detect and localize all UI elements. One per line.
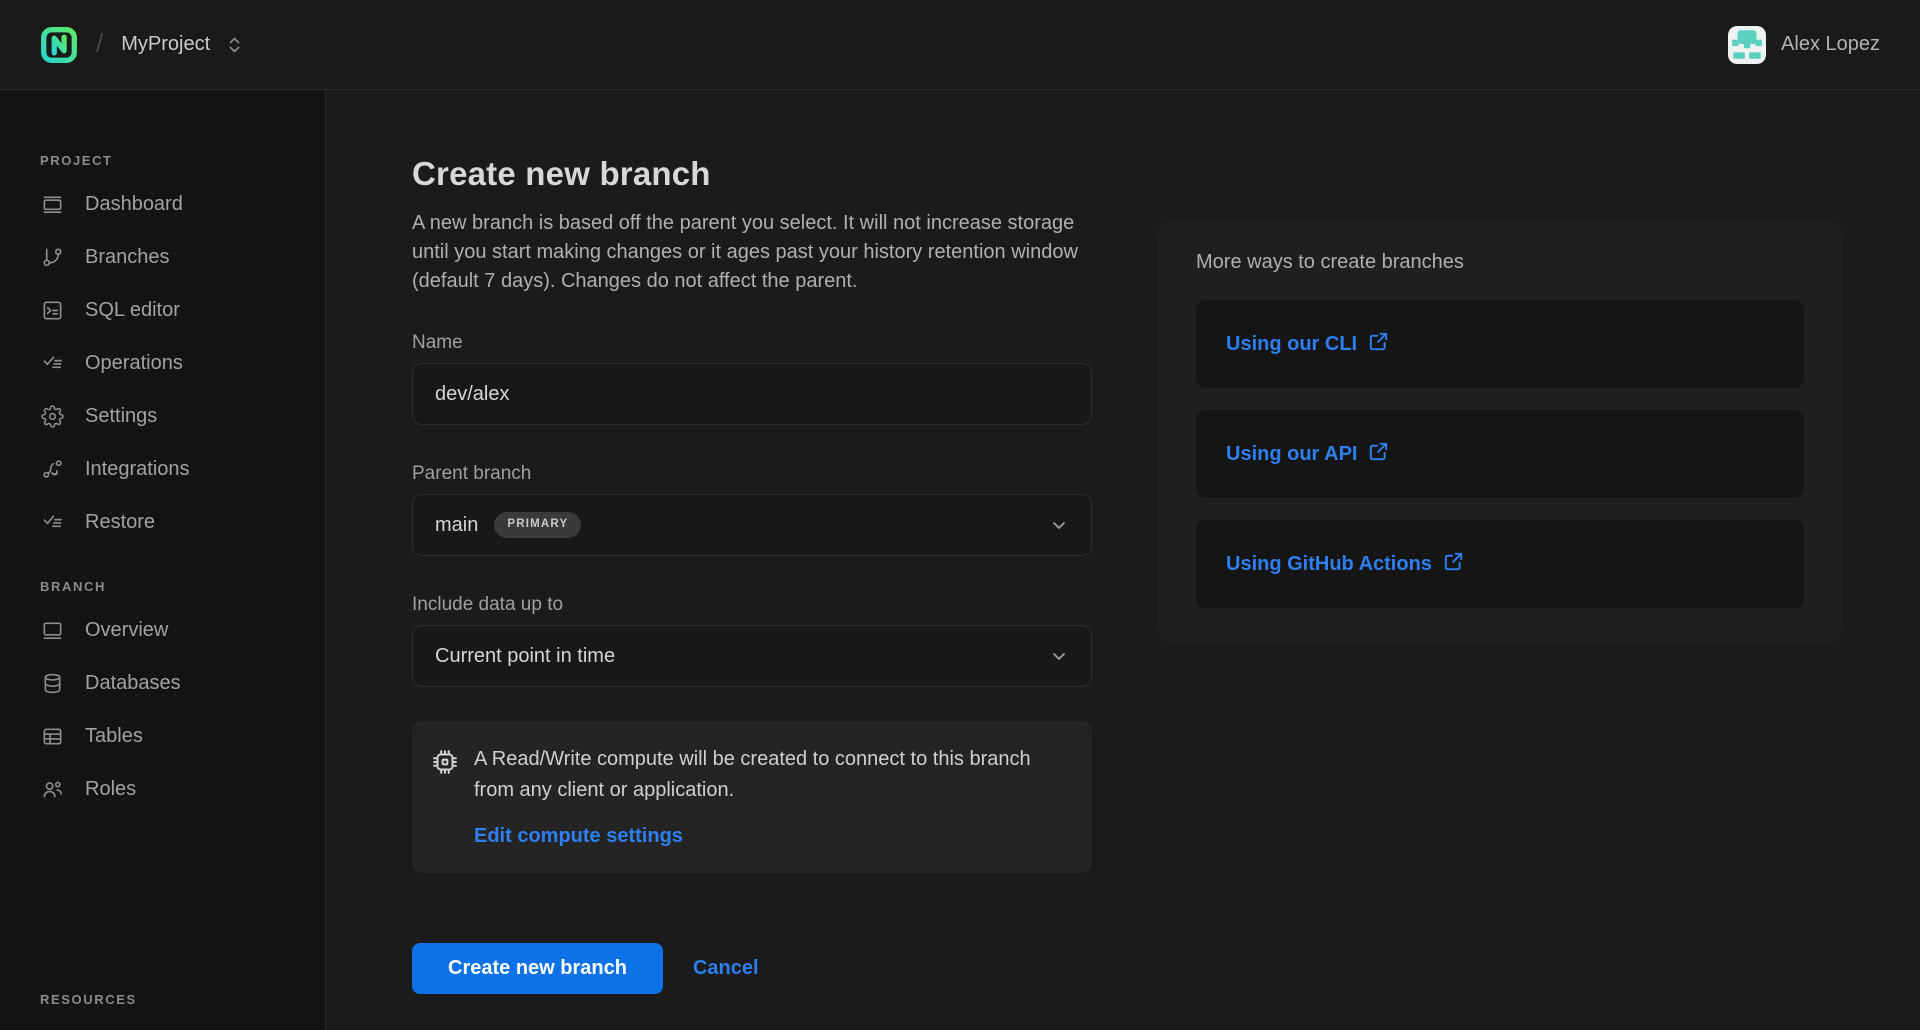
cpu-chip-icon <box>430 747 460 806</box>
sidebar-item-databases[interactable]: Databases <box>40 657 325 710</box>
branch-name-input[interactable] <box>412 363 1092 425</box>
sidebar-item-restore[interactable]: Restore <box>40 496 325 549</box>
databases-icon <box>40 672 64 695</box>
compute-note-box: A Read/Write compute will be created to … <box>412 721 1092 873</box>
sidebar-item-label: Dashboard <box>85 193 183 216</box>
more-ways-title: More ways to create branches <box>1196 251 1804 274</box>
sidebar-section-label: BRANCH <box>40 579 325 594</box>
github-actions-card[interactable]: Using GitHub Actions <box>1196 520 1804 608</box>
sidebar-item-operations[interactable]: Operations <box>40 337 325 390</box>
edit-compute-settings-link[interactable]: Edit compute settings <box>474 825 683 848</box>
sidebar-item-label: Roles <box>85 778 136 801</box>
sidebar-section-branch: BRANCH Overview <box>40 579 325 816</box>
sidebar-item-label: SQL editor <box>85 299 180 322</box>
sidebar-item-dashboard[interactable]: Dashboard <box>40 178 325 231</box>
sidebar-item-overview[interactable]: Overview <box>40 604 325 657</box>
sidebar-item-label: Databases <box>85 672 181 695</box>
project-name: MyProject <box>121 33 210 56</box>
sidebar-item-sql-editor[interactable]: SQL editor <box>40 284 325 337</box>
restore-icon <box>40 511 64 534</box>
parent-branch-select[interactable]: main PRIMARY <box>412 494 1092 556</box>
sidebar-item-roles[interactable]: Roles <box>40 763 325 816</box>
sidebar-section-project: PROJECT Dashboard <box>40 153 325 549</box>
cli-link-label: Using our CLI <box>1226 333 1357 356</box>
external-link-icon <box>1368 331 1389 358</box>
unfold-chevrons-icon <box>226 35 243 55</box>
sidebar: PROJECT Dashboard <box>0 91 326 1030</box>
page-description: A new branch is based off the parent you… <box>412 209 1094 296</box>
cli-link[interactable]: Using our CLI <box>1226 331 1389 358</box>
github-actions-link-label: Using GitHub Actions <box>1226 553 1432 576</box>
overview-icon <box>40 619 64 642</box>
top-header: / MyProject <box>0 0 1920 90</box>
sidebar-item-branches[interactable]: Branches <box>40 231 325 284</box>
include-data-value: Current point in time <box>435 645 615 668</box>
sidebar-item-integrations[interactable]: Integrations <box>40 443 325 496</box>
sidebar-item-tables[interactable]: Tables <box>40 710 325 763</box>
form-actions: Create new branch Cancel <box>412 943 1920 994</box>
primary-badge: PRIMARY <box>494 512 581 538</box>
external-link-icon <box>1368 441 1389 468</box>
sidebar-section-label: PROJECT <box>40 153 325 168</box>
api-link-label: Using our API <box>1226 443 1357 466</box>
external-link-icon <box>1443 551 1464 578</box>
dashboard-icon <box>40 193 64 216</box>
sql-editor-icon <box>40 299 64 322</box>
more-ways-panel: More ways to create branches Using our C… <box>1158 219 1842 643</box>
breadcrumb-separator: / <box>96 28 103 59</box>
sidebar-item-label: Integrations <box>85 458 190 481</box>
sidebar-item-label: Tables <box>85 725 143 748</box>
page-title: Create new branch <box>412 155 1920 193</box>
chevron-down-icon <box>1049 646 1069 666</box>
chevron-down-icon <box>1049 515 1069 535</box>
tables-icon <box>40 725 64 748</box>
cancel-link[interactable]: Cancel <box>683 957 769 980</box>
sidebar-item-settings[interactable]: Settings <box>40 390 325 443</box>
create-branch-button[interactable]: Create new branch <box>412 943 663 994</box>
branches-icon <box>40 246 64 269</box>
user-name: Alex Lopez <box>1781 33 1880 56</box>
operations-icon <box>40 352 64 375</box>
include-data-select[interactable]: Current point in time <box>412 625 1092 687</box>
parent-branch-value: main <box>435 514 478 537</box>
sidebar-item-label: Overview <box>85 619 168 642</box>
neon-logo-icon[interactable] <box>40 26 78 64</box>
settings-icon <box>40 405 64 428</box>
compute-note-text: A Read/Write compute will be created to … <box>474 744 1059 806</box>
sidebar-section-resources: RESOURCES <box>40 992 137 1007</box>
app-root: / MyProject <box>0 0 1920 1030</box>
sidebar-item-label: Branches <box>85 246 170 269</box>
header-left: / MyProject <box>40 26 243 64</box>
sidebar-item-label: Operations <box>85 352 183 375</box>
avatar <box>1728 26 1766 64</box>
api-card[interactable]: Using our API <box>1196 410 1804 498</box>
sidebar-item-label: Restore <box>85 511 155 534</box>
integrations-icon <box>40 458 64 481</box>
project-switcher[interactable]: MyProject <box>121 33 243 56</box>
user-menu[interactable]: Alex Lopez <box>1728 26 1880 64</box>
cli-card[interactable]: Using our CLI <box>1196 300 1804 388</box>
github-actions-link[interactable]: Using GitHub Actions <box>1226 551 1464 578</box>
sidebar-item-label: Settings <box>85 405 157 428</box>
api-link[interactable]: Using our API <box>1226 441 1389 468</box>
roles-icon <box>40 778 64 801</box>
